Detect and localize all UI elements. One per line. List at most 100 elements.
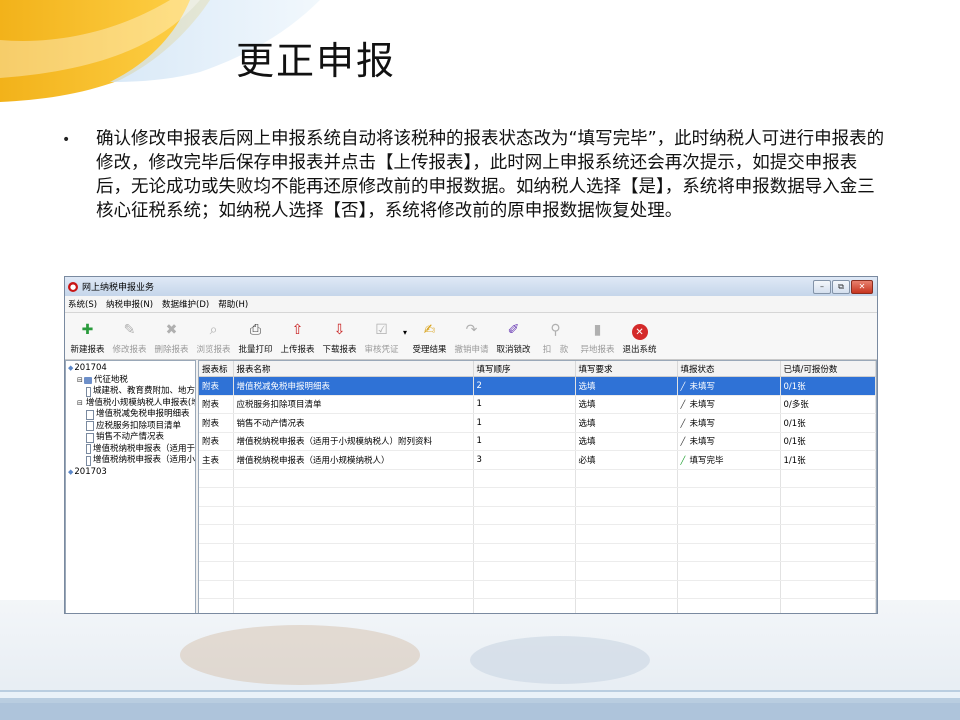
cell-text: 0/多张	[783, 400, 809, 411]
document-icon	[86, 409, 94, 420]
cell-text: 0/1张	[783, 418, 806, 429]
column-header[interactable]: 填报状态	[677, 361, 781, 377]
browse-report-button[interactable]: ⌕ 浏览报表	[193, 320, 234, 359]
cell-text: 增值税纳税申报表（适用小规模纳税人）	[236, 455, 390, 466]
cell-tag: 附表	[199, 413, 234, 433]
tree-node-label: 代征地税	[93, 374, 128, 385]
document-icon	[86, 444, 91, 455]
cell-text: 增值税纳税申报表（适用于小规模纳税人）附列资料	[236, 437, 433, 448]
toolbar-label: 新建报表	[70, 345, 105, 355]
tree-node-label: 201703	[74, 466, 107, 477]
deduct-button[interactable]: ⚲ 扣 款	[535, 320, 576, 359]
tree-node-label: 销售不动产情况表	[96, 432, 165, 442]
cell-text: 销售不动产情况表	[236, 418, 305, 429]
menu-system[interactable]: 系统(S)	[68, 298, 97, 310]
tree-node[interactable]: ◆ 201703	[66, 467, 195, 479]
pencil-icon: ╱	[680, 418, 686, 428]
cell-text: 未填写	[689, 437, 716, 448]
table-row[interactable]: 附表 应税服务扣除项目清单 1 选填 ╱ 未填写 0/多张	[199, 395, 876, 414]
delete-report-button[interactable]: ✖ 删除报表	[151, 320, 192, 359]
column-header[interactable]: 报表标	[199, 361, 234, 377]
tree-node-label: 应税服务扣除项目清单	[96, 420, 182, 431]
bullet-marker: •	[62, 132, 71, 148]
tree-node[interactable]: ◆ 201704	[66, 363, 195, 375]
table-header-row: 报表标 报表名称 填写顺序 填写要求 填报状态 已填/可报份数	[199, 361, 876, 377]
expand-icon[interactable]: ⊟	[77, 398, 83, 410]
cell-name: 增值税纳税申报表（适用小规模纳税人）	[233, 450, 474, 470]
cell-text: 1	[476, 436, 482, 447]
column-header[interactable]: 填写顺序	[473, 361, 576, 377]
cell-text: 0/1张	[783, 437, 806, 448]
app-window: ● 网上纳税申报业务 – ⧉ ✕ 系统(S) 纳税申报(N) 数据维护(D) 帮…	[64, 276, 878, 614]
undo-button[interactable]: ↷ 撤销申请	[451, 320, 492, 359]
cell-count: 0/1张	[780, 413, 876, 433]
cell-text: 选填	[578, 418, 596, 429]
cell-count: 0/多张	[780, 395, 876, 414]
cell-name: 增值税减免税申报明细表	[233, 376, 474, 396]
cell-text: 1	[476, 399, 482, 410]
cell-order: 3	[473, 450, 576, 470]
close-button[interactable]: ✕	[851, 279, 873, 294]
dropdown-arrow-icon[interactable]: ▾	[403, 328, 407, 337]
column-header[interactable]: 已填/可报份数	[780, 361, 876, 377]
column-header[interactable]: 填写要求	[575, 361, 678, 377]
table-row[interactable]: 附表 销售不动产情况表 1 选填 ╱ 未填写 0/1张	[199, 413, 876, 433]
cell-status: ╱ 未填写	[677, 432, 781, 451]
maximize-button[interactable]: ⧉	[832, 279, 850, 294]
download-icon: ⇩	[333, 322, 346, 338]
cell-order: 2	[473, 376, 576, 396]
download-button[interactable]: ⇩ 下载报表	[319, 320, 360, 359]
cell-text: 主表	[202, 455, 220, 466]
remote-report-button[interactable]: ▮ 异地报表	[577, 320, 618, 359]
new-report-icon: ✚	[81, 322, 94, 338]
report-grid: 报表标 报表名称 填写顺序 填写要求 填报状态 已填/可报份数 附表 增值税减免税…	[198, 360, 877, 613]
document-icon	[86, 455, 91, 466]
table-row[interactable]: 附表 增值税减免税申报明细表 2 选填 ╱ 未填写 0/1张	[199, 376, 876, 396]
toolbar-label: 退出系统	[622, 345, 657, 355]
tree-node[interactable]: 销售不动产情况表	[66, 432, 195, 444]
toolbar-label: 删除报表	[154, 345, 189, 355]
report-tree[interactable]: ◆ 201704 ⊟ 代征地税 城建税、教育费附加、地方 ⊟ 增值税小规模纳税人申报表(增增…	[65, 360, 196, 613]
menu-tax-declare[interactable]: 纳税申报(N)	[106, 298, 153, 310]
menu-help[interactable]: 帮助(H)	[218, 298, 248, 310]
exit-button[interactable]: ✕ 退出系统	[619, 324, 660, 359]
upload-button[interactable]: ⇧ 上传报表	[277, 320, 318, 359]
tree-node[interactable]: 增值税减免税申报明细表	[66, 409, 195, 421]
cell-text: 应税服务扣除项目清单	[236, 400, 322, 411]
cell-text: 附表	[202, 381, 220, 392]
slide-title: 更正申报	[236, 39, 397, 83]
check-icon: ☑	[375, 322, 388, 338]
tree-node[interactable]: 城建税、教育费附加、地方	[66, 386, 195, 398]
check-button[interactable]: ☑ 审核凭证	[361, 320, 402, 359]
tree-node[interactable]: 应税服务扣除项目清单	[66, 421, 195, 433]
cell-text: 未填写	[689, 400, 716, 411]
print-button[interactable]: ⎙ 批量打印	[235, 320, 276, 359]
upload-icon: ⇧	[291, 322, 304, 338]
edit-report-button[interactable]: ✎ 修改报表	[109, 320, 150, 359]
result-button[interactable]: ✍ 受理结果	[409, 320, 450, 359]
column-header[interactable]: 报表名称	[233, 361, 474, 377]
cell-status: ╱ 填写完毕	[677, 450, 781, 470]
empty-row	[199, 598, 876, 613]
tree-node[interactable]: ⊟ 增值税小规模纳税人申报表(增	[66, 398, 195, 410]
menu-data-maintain[interactable]: 数据维护(D)	[162, 298, 209, 310]
tree-node[interactable]: 增值税纳税申报表（适用小	[66, 455, 195, 467]
cell-text: 附表	[202, 400, 220, 411]
table-row[interactable]: 附表 增值税纳税申报表（适用于小规模纳税人）附列资料 1 选填 ╱ 未填写 0/1张	[199, 432, 876, 451]
cell-status: ╱ 未填写	[677, 376, 781, 396]
table-row[interactable]: 主表 增值税纳税申报表（适用小规模纳税人） 3 必填 ╱ 填写完毕 1/1张	[199, 450, 876, 470]
tree-node[interactable]: ⊟ 代征地税	[66, 375, 195, 387]
document-icon	[86, 386, 91, 397]
new-report-button[interactable]: ✚ 新建报表	[67, 320, 108, 359]
cell-req: 选填	[575, 413, 678, 433]
minimize-button[interactable]: –	[813, 279, 831, 294]
tree-node[interactable]: 增值税纳税申报表（适用于	[66, 444, 195, 456]
cell-text: 未填写	[689, 418, 716, 429]
tree-node-label: 201704	[74, 363, 107, 373]
expand-icon[interactable]: ⊟	[77, 375, 83, 387]
pencil-icon: ╱	[680, 400, 686, 410]
empty-row	[199, 506, 876, 525]
unlock-button[interactable]: ✐ 取消锁改	[493, 320, 534, 359]
toolbar: ✚ 新建报表 ✎ 修改报表 ✖ 删除报表 ⌕ 浏览报表 ⎙ 批量打印 ⇧ 上传报表 ⇩ 下载报表 ☑ 审核凭证…	[65, 313, 877, 360]
cell-text: 选填	[578, 381, 596, 392]
